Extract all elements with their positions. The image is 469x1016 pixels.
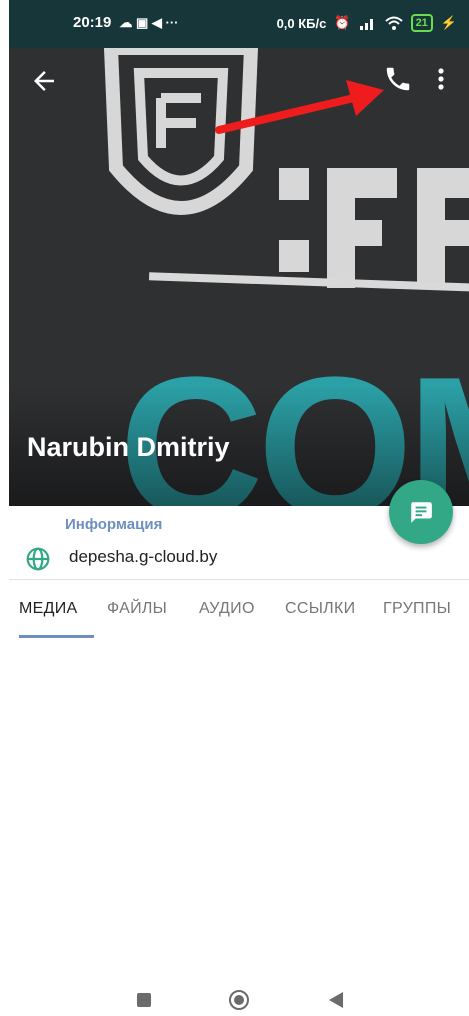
message-button[interactable]: [389, 480, 453, 544]
globe-icon: [26, 547, 50, 571]
contact-name: Narubin Dmitriy: [27, 432, 230, 462]
website-link[interactable]: depesha.g-cloud.by: [69, 547, 217, 567]
status-time: 20:19: [73, 14, 112, 31]
battery-icon: 21: [410, 14, 433, 32]
media-tabs: МЕДИА ФАЙЛЫ АУДИО ССЫЛКИ ГРУППЫ: [9, 600, 469, 638]
alarm-icon: ⏰: [334, 15, 351, 30]
system-back-button[interactable]: [329, 992, 343, 1008]
tab-audio[interactable]: АУДИО: [199, 600, 255, 618]
more-options-icon[interactable]: [431, 64, 451, 94]
recent-apps-button[interactable]: [137, 993, 151, 1007]
status-bar: 20:19 ☁ ▣ ◀ ··· 0,0 КБ/с ⏰ 21 ⚡: [9, 0, 469, 48]
back-arrow-icon[interactable]: [29, 66, 59, 96]
divider: [9, 579, 469, 580]
charging-icon: ⚡: [440, 15, 457, 30]
logo-letter-f: [327, 168, 397, 288]
tab-groups[interactable]: ГРУППЫ: [383, 600, 451, 618]
notification-icons: ☁ ▣ ◀ ···: [119, 14, 179, 30]
logo-colon: [279, 168, 309, 278]
info-section-title: Информация: [65, 516, 163, 533]
profile-header: COM Narubin Dmitriy: [9, 48, 469, 506]
tab-media[interactable]: МЕДИА: [19, 600, 78, 618]
active-tab-indicator: [19, 635, 94, 638]
tab-files[interactable]: ФАЙЛЫ: [107, 600, 167, 618]
home-button[interactable]: [229, 990, 249, 1010]
red-arrow-annotation: [215, 80, 384, 134]
network-speed: 0,0 КБ/с: [276, 15, 327, 31]
chat-icon: [411, 502, 432, 523]
tab-links[interactable]: ССЫЛКИ: [285, 600, 355, 618]
wifi-icon: [384, 16, 403, 30]
profile-screen: 20:19 ☁ ▣ ◀ ··· 0,0 КБ/с ⏰ 21 ⚡ Narubin …: [9, 0, 469, 1016]
logo-letter-f: [417, 168, 469, 288]
signal-icon: [359, 19, 373, 30]
